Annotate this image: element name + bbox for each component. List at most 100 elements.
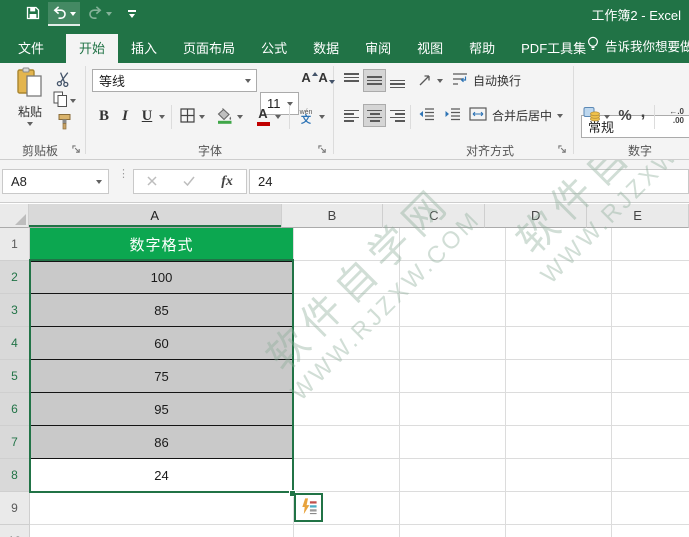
column-header-b[interactable]: B [281, 204, 384, 228]
bottom-align-button[interactable] [387, 70, 408, 91]
redo-button[interactable] [84, 2, 116, 26]
clipboard-paste-icon [16, 67, 44, 101]
tell-me-box[interactable]: 告诉我你想要做 [586, 28, 689, 63]
increase-indent-button[interactable] [441, 105, 463, 126]
row-header-3[interactable]: 3 [0, 294, 30, 327]
cell-a4[interactable]: 60 [31, 327, 292, 360]
mini-separator [654, 105, 655, 129]
tab-review[interactable]: 审阅 [352, 34, 404, 63]
comma-style-button[interactable]: , [637, 101, 649, 122]
fill-color-caret-icon[interactable] [237, 115, 243, 119]
cell-a2[interactable]: 100 [31, 261, 292, 294]
cell-a6[interactable]: 95 [31, 393, 292, 426]
cell-a5[interactable]: 75 [31, 360, 292, 393]
quick-access-toolbar [0, 2, 136, 26]
copy-button[interactable] [52, 91, 76, 111]
borders-caret-icon[interactable] [199, 115, 205, 119]
cell-a8-active[interactable]: 24 [31, 459, 292, 492]
row-header-1[interactable]: 1 [0, 228, 30, 261]
paste-button[interactable]: 粘贴 [8, 67, 52, 126]
insert-function-button[interactable]: fx [221, 174, 233, 190]
enter-check-icon[interactable] [183, 174, 195, 189]
customize-quick-access-button[interactable] [128, 10, 136, 18]
column-header-c[interactable]: C [383, 204, 486, 228]
decrease-indent-button[interactable] [415, 105, 437, 126]
cell-a7[interactable]: 86 [31, 426, 292, 459]
column-header-e[interactable]: E [587, 204, 689, 228]
row-header-5[interactable]: 5 [0, 360, 30, 393]
format-painter-icon [57, 113, 72, 133]
ribbon-home: 粘贴 等线 11 A A B I U A wén 文 自动换行 合并后居中 常规… [0, 63, 689, 160]
row-header-4[interactable]: 4 [0, 327, 30, 360]
group-separator [573, 66, 574, 154]
name-box[interactable]: A8 [2, 169, 109, 194]
middle-align-button[interactable] [363, 69, 386, 92]
quick-analysis-button[interactable] [294, 493, 323, 522]
font-name-combo[interactable]: 等线 [92, 69, 257, 92]
undo-dropdown-caret[interactable] [70, 12, 76, 16]
row-header-9[interactable]: 9 [0, 492, 30, 525]
font-color-caret-icon[interactable] [275, 115, 281, 119]
undo-button[interactable] [48, 2, 80, 26]
fill-color-button[interactable] [215, 105, 235, 128]
align-right-button[interactable] [387, 105, 408, 126]
underline-button[interactable]: U [138, 105, 156, 128]
alignment-dialog-launcher[interactable] [556, 143, 568, 155]
decrease-indent-icon [418, 107, 435, 124]
cancel-icon[interactable] [147, 174, 157, 189]
column-header-a[interactable]: A [28, 204, 282, 228]
tab-formulas[interactable]: 公式 [248, 34, 300, 63]
font-color-button[interactable]: A [253, 105, 273, 128]
font-dialog-launcher[interactable] [316, 143, 328, 155]
accounting-format-button[interactable] [582, 105, 602, 126]
format-painter-button[interactable] [52, 113, 76, 133]
row-header-2[interactable]: 2 [0, 261, 30, 294]
tab-home[interactable]: 开始 [66, 34, 119, 63]
merge-center-button[interactable]: 合并后居中 [469, 105, 564, 126]
row-header-10[interactable]: 10 [0, 525, 30, 537]
increase-decimal-button[interactable]: ←.0 .00 [660, 105, 684, 126]
font-color-bar-icon [256, 122, 270, 126]
shrink-font-button[interactable]: A [318, 71, 335, 91]
formula-bar-resize-handle[interactable]: ⋮ [118, 169, 129, 180]
grow-font-button[interactable]: A [301, 71, 318, 91]
tab-view[interactable]: 视图 [404, 34, 456, 63]
cell-a3[interactable]: 85 [31, 294, 292, 327]
tab-data[interactable]: 数据 [300, 34, 352, 63]
row-header-6[interactable]: 6 [0, 393, 30, 426]
formula-input[interactable]: 24 [249, 169, 689, 194]
percent-style-button[interactable]: % [616, 105, 634, 126]
ribbon-tab-bar: 文件 开始 插入 页面布局 公式 数据 审阅 视图 帮助 PDF工具集 告诉我你… [0, 28, 689, 63]
orientation-caret-icon[interactable] [437, 79, 443, 83]
percent-label: % [618, 107, 632, 124]
phonetic-guide-button[interactable]: wén 文 [295, 104, 317, 129]
tab-file[interactable]: 文件 [2, 34, 60, 63]
tab-insert[interactable]: 插入 [118, 34, 170, 63]
tab-help[interactable]: 帮助 [456, 34, 508, 63]
cut-button[interactable] [52, 70, 76, 90]
column-header-d[interactable]: D [485, 204, 588, 228]
tab-page-layout[interactable]: 页面布局 [170, 34, 248, 63]
italic-button[interactable]: I [118, 105, 132, 128]
align-center-button[interactable] [363, 104, 386, 127]
wrap-text-button[interactable]: 自动换行 [452, 70, 521, 91]
italic-letter: I [122, 108, 128, 124]
phonetic-caret-icon[interactable] [319, 115, 325, 119]
increase-decimal-top: ←.0 [669, 106, 684, 116]
select-all-corner[interactable] [0, 204, 29, 228]
orientation-button[interactable] [415, 70, 435, 91]
merge-center-label: 合并后居中 [492, 109, 553, 123]
bold-button[interactable]: B [95, 105, 113, 128]
tell-me-label: 告诉我你想要做 [605, 40, 689, 54]
borders-button[interactable] [177, 105, 197, 128]
cell-a1[interactable]: 数字格式 [30, 228, 293, 261]
top-align-button[interactable] [341, 70, 362, 91]
align-left-button[interactable] [341, 105, 362, 126]
row-header-8[interactable]: 8 [0, 459, 30, 492]
clipboard-dialog-launcher[interactable] [70, 143, 82, 155]
underline-caret-icon[interactable] [159, 115, 165, 119]
save-button[interactable] [22, 2, 44, 26]
borders-icon [179, 107, 195, 126]
accounting-caret-icon[interactable] [604, 115, 610, 119]
row-header-7[interactable]: 7 [0, 426, 30, 459]
